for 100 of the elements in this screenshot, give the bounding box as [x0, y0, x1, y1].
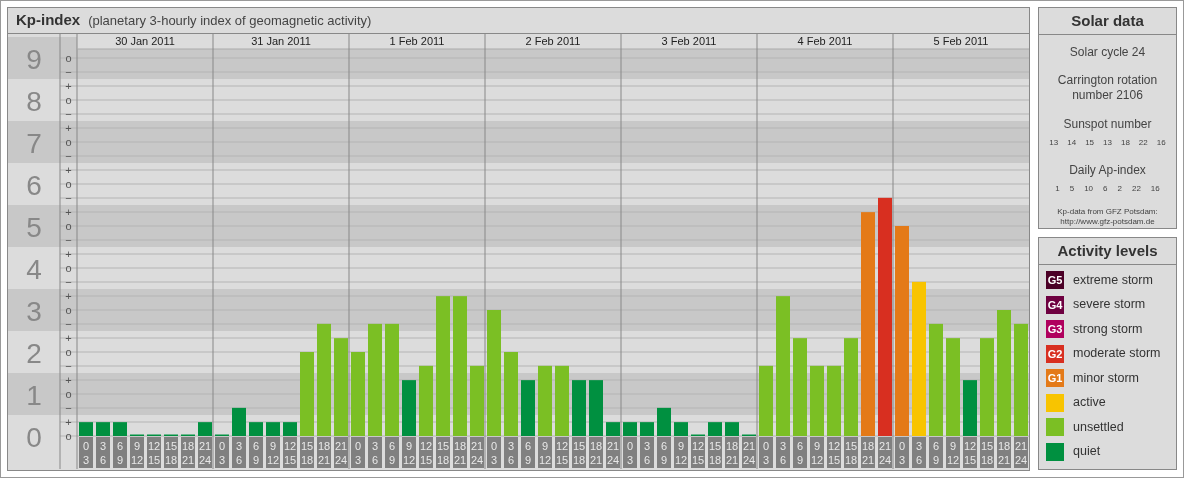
- sunspot-value: 18: [1120, 137, 1130, 149]
- kp-bar: [470, 365, 484, 436]
- time-label: 15 18: [572, 437, 586, 468]
- time-label: 0 3: [215, 437, 229, 468]
- time-label: 0 3: [351, 437, 365, 468]
- time-label: 3 6: [776, 437, 790, 468]
- time-label: 9 12: [674, 437, 688, 468]
- kp-value-label: 1: [26, 380, 42, 411]
- subdivision-label: +: [65, 289, 72, 302]
- kp-value-label: 5: [26, 212, 42, 243]
- date-label: 31 Jan 2011: [251, 35, 311, 47]
- time-label: 21 24: [334, 437, 348, 468]
- ap-value: 10: [1084, 183, 1094, 195]
- time-label: 6 9: [793, 437, 807, 468]
- legend-label: moderate storm: [1073, 345, 1161, 363]
- time-label: 0 3: [79, 437, 93, 468]
- chart-subtitle: (planetary 3-hourly index of geomagnetic activity): [88, 11, 372, 30]
- kp-value-label: 4: [26, 254, 42, 285]
- time-label: 12 15: [963, 437, 977, 468]
- subdivision-label: −: [65, 65, 72, 78]
- ap-value: 16: [1150, 183, 1160, 195]
- kp-bar: [283, 422, 297, 436]
- time-label: 15 18: [844, 437, 858, 468]
- solar-cycle-text: Solar cycle 24: [1069, 44, 1146, 61]
- subdivision-label: o: [65, 219, 72, 232]
- time-label: 9 12: [266, 437, 280, 468]
- time-label: 9 12: [538, 437, 552, 468]
- ap-value: 5: [1069, 183, 1075, 195]
- chart-title: Kp-index: [16, 10, 81, 31]
- time-label: 15 18: [164, 437, 178, 468]
- kp-value-label: 2: [26, 338, 42, 369]
- kp-bar: [113, 422, 127, 436]
- time-label: 18 21: [589, 437, 603, 468]
- subdivision-label: −: [65, 107, 72, 120]
- source-note: Kp-data from GFZ Potsdam: http://www.gfz-potsdam.de: [1057, 207, 1158, 227]
- kp-bar: [623, 422, 637, 436]
- kp-bar: [198, 422, 212, 436]
- kp-bar: [521, 380, 535, 436]
- date-label: 4 Feb 2011: [797, 35, 853, 47]
- time-label: 9 12: [946, 437, 960, 468]
- storm-level-badge: G1: [1046, 369, 1064, 388]
- storm-level-badge: G2: [1046, 344, 1064, 363]
- date-label: 3 Feb 2011: [661, 35, 717, 47]
- kp-bar: [572, 380, 586, 436]
- time-label: 15 18: [436, 437, 450, 468]
- subdivision-label: −: [65, 359, 72, 372]
- sunspot-value: 15: [1085, 137, 1095, 149]
- time-label: 12 15: [827, 437, 841, 468]
- time-label: 18 21: [861, 437, 875, 468]
- time-label: 21 24: [470, 437, 484, 468]
- kp-bar: [589, 380, 603, 436]
- time-label: 3 6: [368, 437, 382, 468]
- subdivision-label: +: [65, 247, 72, 260]
- sunspot-value: 13: [1049, 137, 1059, 149]
- time-label: 6 9: [521, 437, 535, 468]
- subdivision-label: +: [65, 79, 72, 92]
- kp-bar: [249, 422, 263, 436]
- kp-bar: [232, 407, 246, 436]
- time-label: 0 3: [623, 437, 637, 468]
- panel-title: Activity levels: [1039, 238, 1176, 265]
- time-label: 12 15: [419, 437, 433, 468]
- storm-level-badge: G5: [1046, 271, 1064, 290]
- time-label: 12 15: [283, 437, 297, 468]
- time-label: 18 21: [453, 437, 467, 468]
- time-label: 6 9: [113, 437, 127, 468]
- subdivision-label: o: [65, 93, 72, 106]
- time-label: 18 21: [317, 437, 331, 468]
- legend-label: quiet: [1073, 443, 1101, 461]
- time-label: 21 24: [198, 437, 212, 468]
- subdivision-label: o: [65, 345, 72, 358]
- time-label: 3 6: [912, 437, 926, 468]
- ap-label: Daily Ap-index: [1069, 162, 1146, 179]
- kp-bar: [538, 365, 552, 436]
- kp-value-label: 6: [26, 170, 42, 201]
- time-label: 6 9: [929, 437, 943, 468]
- time-label: 18 21: [725, 437, 739, 468]
- legend-label: active: [1073, 394, 1106, 412]
- kp-bar: [674, 422, 688, 436]
- legend-label: minor storm: [1073, 369, 1139, 387]
- subdivision-label: o: [65, 303, 72, 316]
- legend-label: severe storm: [1073, 296, 1146, 314]
- kp-value-label: 8: [26, 86, 42, 117]
- subdivision-label: o: [65, 51, 72, 64]
- subdivision-label: −: [65, 275, 72, 288]
- time-label: 9 12: [810, 437, 824, 468]
- kp-value-label: 0: [26, 422, 42, 453]
- subdivision-label: −: [65, 233, 72, 246]
- subdivision-label: +: [65, 331, 72, 344]
- kp-bar: [759, 365, 773, 436]
- subdivision-label: o: [65, 429, 72, 442]
- sunspot-value: 22: [1138, 137, 1148, 149]
- subdivision-label: +: [65, 121, 72, 134]
- kp-bar: [555, 365, 569, 436]
- sunspot-value: 16: [1156, 137, 1166, 149]
- subdivision-label: o: [65, 387, 72, 400]
- time-label: 18 21: [997, 437, 1011, 468]
- subdivision-label: −: [65, 317, 72, 330]
- kp-bar: [402, 380, 416, 436]
- time-label: 15 18: [980, 437, 994, 468]
- time-label: 3 6: [232, 437, 246, 468]
